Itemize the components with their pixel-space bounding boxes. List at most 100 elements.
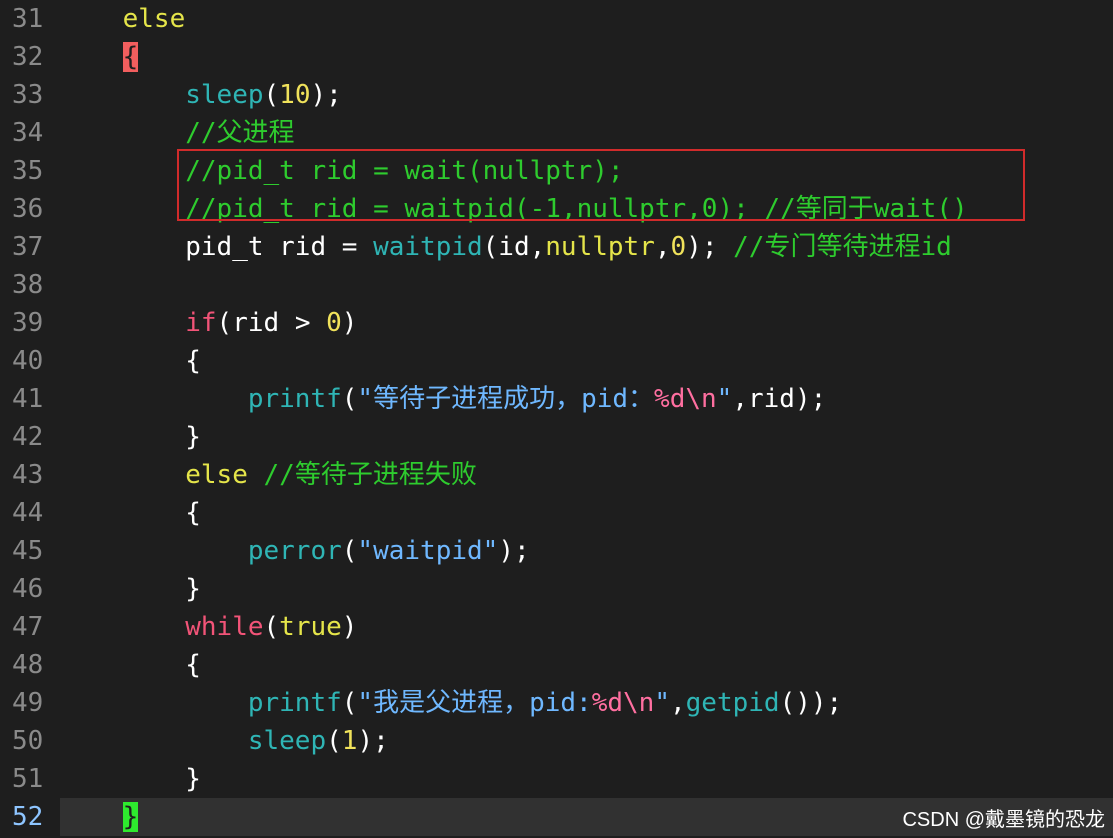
code-token: "	[654, 688, 670, 718]
code-token: }	[185, 764, 201, 794]
code-token: (	[341, 536, 358, 566]
code-text-area[interactable]: {	[60, 494, 1113, 532]
line-number: 52	[0, 798, 60, 836]
code-token: //pid_t rid = waitpid(-1,nullptr,0); //等…	[185, 194, 968, 224]
code-content: //父进程	[60, 114, 294, 152]
code-token: 10	[279, 80, 311, 110]
code-editor[interactable]: 52 } 51 } 50 sleep(1); 49 printf("我是父进程，pid…	[0, 0, 1113, 838]
line-number: 43	[12, 460, 44, 490]
code-line[interactable]: 33 sleep(10);	[0, 76, 1113, 114]
code-text-area[interactable]: printf("等待子进程成功，pid：%d\n",rid);	[60, 380, 1113, 418]
code-token: )	[341, 612, 358, 642]
code-token: (	[341, 688, 358, 718]
code-text-area[interactable]: //pid_t rid = waitpid(-1,nullptr,0); //等…	[60, 190, 1113, 228]
code-content: sleep(1);	[60, 722, 389, 760]
code-text-area[interactable]: {	[60, 342, 1113, 380]
code-line[interactable]: 51 }	[0, 760, 1113, 798]
code-text-area[interactable]: while(true)	[60, 608, 1113, 646]
code-line[interactable]: 39 if(rid > 0)	[0, 304, 1113, 342]
code-token: nullptr	[545, 232, 655, 262]
code-text-area[interactable]	[60, 266, 1113, 304]
code-token: //等待子进程失败	[263, 460, 477, 490]
code-line[interactable]: 48 {	[0, 646, 1113, 684]
code-line[interactable]: 47 while(true)	[0, 608, 1113, 646]
code-token: {	[185, 498, 201, 528]
code-text-area[interactable]: else //等待子进程失败	[60, 456, 1113, 494]
code-token: perror	[247, 536, 342, 566]
code-token: ,	[669, 688, 686, 718]
code-line[interactable]: 44 {	[0, 494, 1113, 532]
code-text-area[interactable]: sleep(10);	[60, 76, 1113, 114]
code-text-area[interactable]: }	[60, 760, 1113, 798]
code-line[interactable]: 36 //pid_t rid = waitpid(-1,nullptr,0); …	[0, 190, 1113, 228]
code-token: ,rid);	[732, 384, 827, 414]
code-line[interactable]: 37 pid_t rid = waitpid(id,nullptr,0); //…	[0, 228, 1113, 266]
code-token: );	[357, 726, 389, 756]
code-content: else	[60, 0, 186, 38]
line-number: 44	[12, 498, 44, 528]
code-line[interactable]: 41 printf("等待子进程成功，pid：%d\n",rid);	[0, 380, 1113, 418]
code-token: "我是父进程，pid:	[357, 688, 592, 718]
code-content: }	[60, 760, 201, 798]
code-text-area[interactable]: pid_t rid = waitpid(id,nullptr,0); //专门等…	[60, 228, 1113, 266]
code-token: else	[185, 460, 248, 490]
code-text-area[interactable]: {	[60, 38, 1113, 76]
code-line[interactable]: 45 perror("waitpid");	[0, 532, 1113, 570]
line-number: 50	[12, 726, 44, 756]
code-line[interactable]: 50 sleep(1);	[0, 722, 1113, 760]
code-token: sleep	[185, 80, 264, 110]
code-text-area[interactable]: //父进程	[60, 114, 1113, 152]
code-token: )	[341, 308, 358, 338]
code-content: printf("等待子进程成功，pid：%d\n",rid);	[60, 380, 826, 418]
code-token: pid_t rid =	[185, 232, 374, 262]
line-number: 47	[12, 612, 44, 642]
code-line[interactable]: 32 {	[0, 38, 1113, 76]
code-line[interactable]: 35 //pid_t rid = wait(nullptr);	[0, 152, 1113, 190]
code-content: else //等待子进程失败	[60, 456, 477, 494]
code-content: perror("waitpid");	[60, 532, 530, 570]
code-line[interactable]: 38	[0, 266, 1113, 304]
code-text-area[interactable]: perror("waitpid");	[60, 532, 1113, 570]
line-number: 34	[12, 118, 44, 148]
line-number: 45	[12, 536, 44, 566]
code-content: pid_t rid = waitpid(id,nullptr,0); //专门等…	[60, 228, 952, 266]
code-line[interactable]: 40 {	[0, 342, 1113, 380]
code-token: (	[341, 384, 358, 414]
code-text-area[interactable]: if(rid > 0)	[60, 304, 1113, 342]
line-number: 31	[12, 4, 44, 34]
code-text-area[interactable]: printf("我是父进程，pid:%d\n",getpid());	[60, 684, 1113, 722]
code-content: {	[60, 646, 201, 684]
code-text-area[interactable]: }	[60, 418, 1113, 456]
code-line[interactable]: 34 //父进程	[0, 114, 1113, 152]
code-token: printf	[247, 384, 342, 414]
code-line[interactable]: 43 else //等待子进程失败	[0, 456, 1113, 494]
line-number: 33	[12, 80, 44, 110]
code-line[interactable]: 42 }	[0, 418, 1113, 456]
code-text-area[interactable]: }	[60, 570, 1113, 608]
code-content: {	[60, 38, 139, 76]
code-token: sleep	[247, 726, 327, 756]
code-text-area[interactable]: //pid_t rid = wait(nullptr);	[60, 152, 1113, 190]
code-line[interactable]: 49 printf("我是父进程，pid:%d\n",getpid());	[0, 684, 1113, 722]
code-token: );	[498, 536, 530, 566]
code-token: (	[263, 80, 280, 110]
code-text-area[interactable]: {	[60, 646, 1113, 684]
code-text-area[interactable]: else	[60, 0, 1113, 38]
code-line[interactable]: 46 }	[0, 570, 1113, 608]
code-text-area[interactable]: sleep(1);	[60, 722, 1113, 760]
code-line[interactable]: 31 else	[0, 0, 1113, 38]
code-content: //pid_t rid = waitpid(-1,nullptr,0); //等…	[60, 190, 968, 228]
code-token: 1	[341, 726, 358, 756]
